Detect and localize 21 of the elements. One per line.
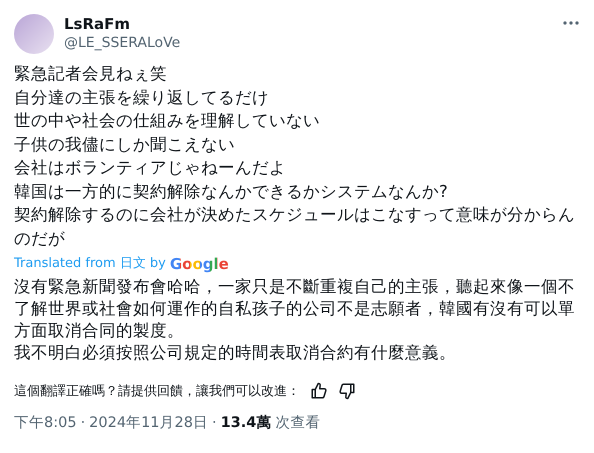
post-text-line: 契約解除するのに会社が決めたスケジュールはこなすって意味が分からんのだが: [14, 204, 576, 250]
views-label: 次查看: [275, 414, 320, 432]
translated-paragraph: 沒有緊急新聞發布會哈哈，一家只是不斷重複自己的主張，聽起來像一個不了解世界或社會如何運作的自私孩子的公司不是志願者，韓國有沒有可以單方面取消合同的製度。: [14, 276, 576, 342]
post-date[interactable]: 2024年11月28日: [89, 414, 208, 432]
separator-dot: ·: [80, 414, 86, 432]
feedback-prompt: 這個翻譯正確嗎？請提供回饋，讓我們可以改進：: [14, 383, 300, 400]
post-text-line: 自分達の主張を繰り返してるだけ: [14, 86, 270, 108]
view-count: 13.4萬: [220, 414, 272, 432]
more-icon[interactable]: [562, 20, 580, 26]
post-time[interactable]: 下午8:05: [14, 414, 77, 432]
thumbs-up-icon[interactable]: [310, 382, 328, 400]
post-text-line: 会社はボランティアじゃねーんだよ: [14, 157, 287, 179]
post-text-line: 緊急記者会見ねぇ笑: [14, 63, 168, 85]
translated-paragraph: 我不明白必須按照公司規定的時間表取消合約有什麼意義。: [14, 342, 457, 364]
thumbs-down-icon[interactable]: [338, 382, 356, 400]
post-text-line: 韓国は一方的に契約解除なんかできるかシステムなんか?: [14, 180, 449, 202]
separator-dot: ·: [212, 414, 217, 432]
post-text-line: 世の中や社会の仕組みを理解していない: [14, 110, 321, 132]
author-name[interactable]: LsRaFm: [64, 15, 552, 34]
post-text-line: 子供の我儘にしか聞こえない: [14, 134, 236, 156]
author-handle[interactable]: @LE_SSERALoVe: [64, 34, 552, 53]
